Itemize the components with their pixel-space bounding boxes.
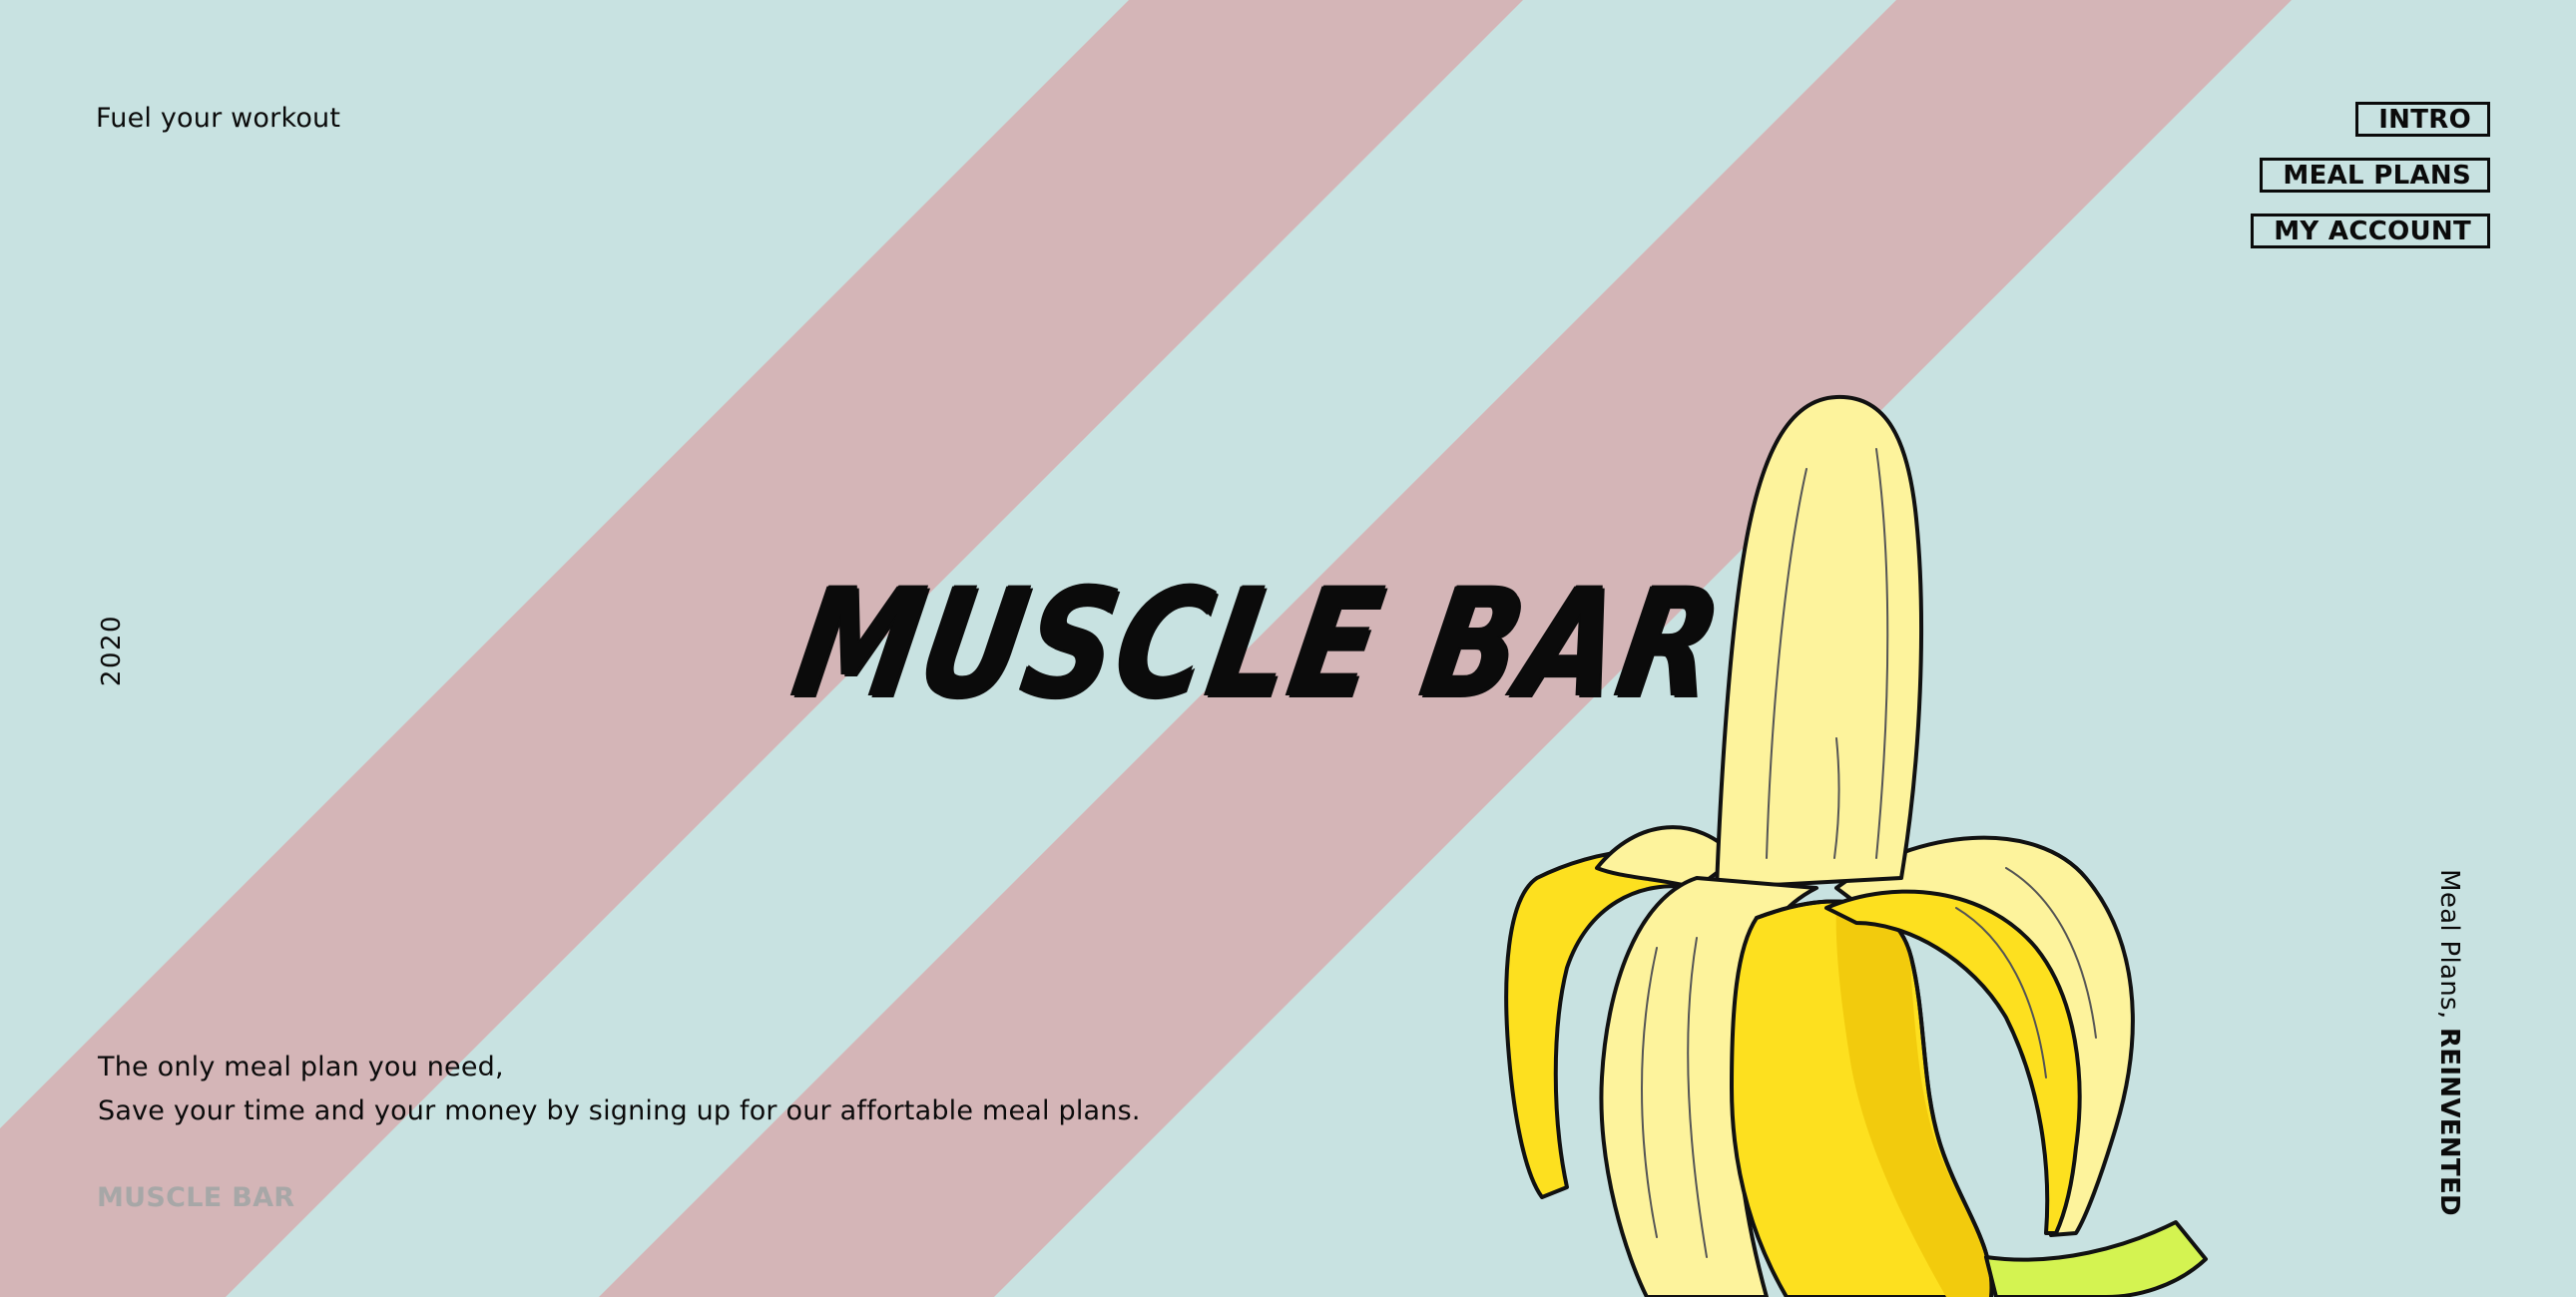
nav-my-account-link[interactable]: MY ACCOUNT bbox=[2251, 214, 2490, 248]
hero-title: MUSCLE BAR bbox=[782, 557, 1736, 730]
nav-meal-plans-link[interactable]: MEAL PLANS bbox=[2260, 158, 2490, 193]
year-label: 2020 bbox=[97, 614, 127, 687]
side-tagline: Meal Plans, REINVENTED bbox=[2434, 869, 2464, 1216]
banana-illustration bbox=[1504, 394, 2208, 1297]
tagline: Fuel your workout bbox=[96, 103, 341, 134]
intro-line-1: The only meal plan you need, bbox=[98, 1052, 504, 1082]
intro-text: The only meal plan you need, Save your t… bbox=[98, 1046, 1141, 1133]
nav-intro-link[interactable]: INTRO bbox=[2355, 102, 2490, 137]
side-tagline-emphasis: REINVENTED bbox=[2434, 1027, 2464, 1216]
footer-brand: MUSCLE BAR bbox=[97, 1182, 295, 1213]
main-nav: INTRO MEAL PLANS MY ACCOUNT bbox=[2251, 102, 2490, 248]
side-tagline-prefix: Meal Plans, bbox=[2434, 869, 2464, 1028]
intro-line-2: Save your time and your money by signing… bbox=[98, 1095, 1141, 1126]
